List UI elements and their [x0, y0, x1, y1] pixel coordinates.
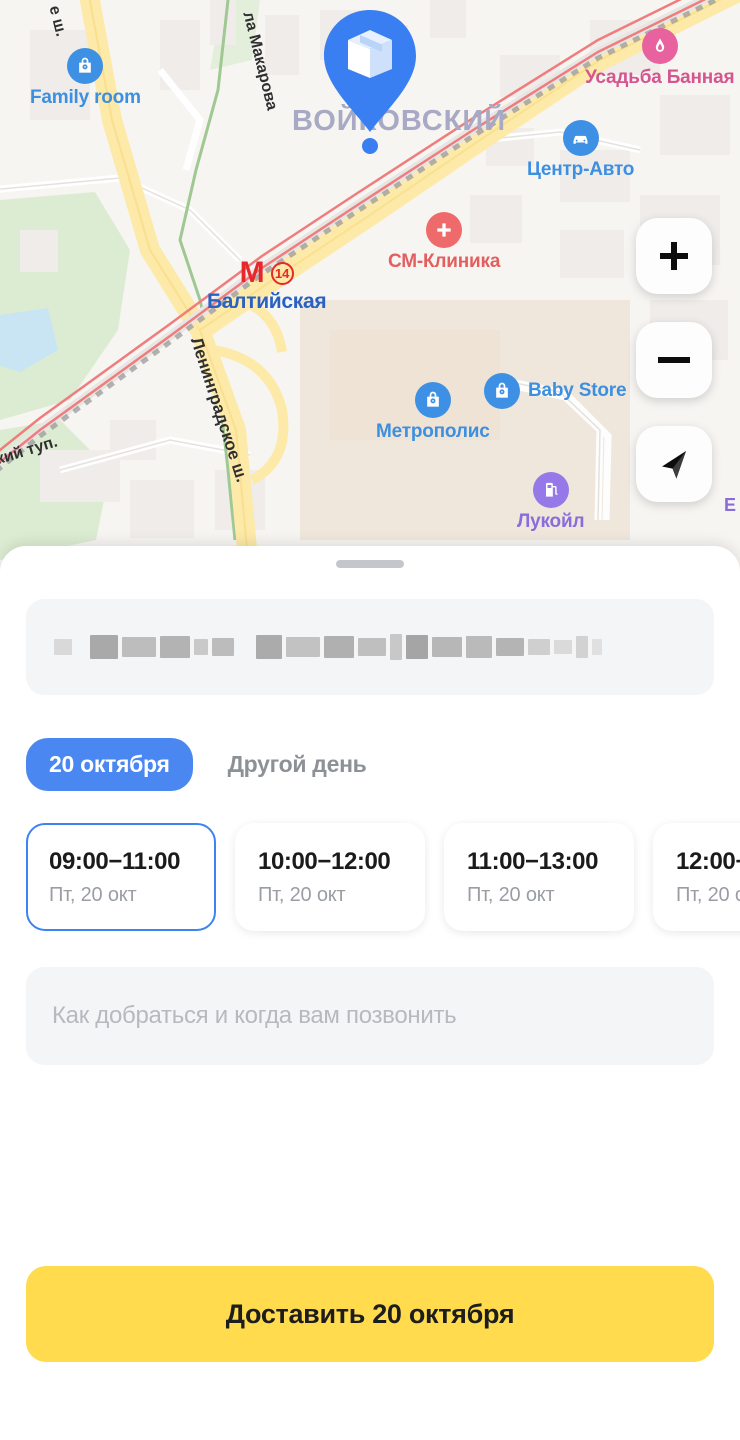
shopping-bag-icon [414, 382, 451, 418]
comment-input[interactable] [52, 1002, 688, 1030]
poi-label: Baby Store [528, 380, 627, 401]
poi-metropolis[interactable]: Метрополис [376, 382, 490, 443]
metro-station-baltiyskaya[interactable]: M 14 Балтийская [207, 258, 327, 314]
metro-icons: M 14 [240, 258, 294, 288]
poi-label: Метрополис [376, 421, 490, 442]
time-slot-list[interactable]: 09:00−11:00 Пт, 20 окт 10:00−12:00 Пт, 2… [26, 817, 740, 941]
poi-family-room[interactable]: Family room [30, 48, 141, 109]
minus-icon [658, 357, 690, 363]
map-view[interactable]: ВОЙКОВСКИЙ ла Макарова Ленинградское ш. … [0, 0, 740, 600]
map-controls [636, 218, 712, 502]
poi-sm-klinika[interactable]: СМ-Клиника [388, 212, 500, 273]
poi-lukoil[interactable]: Лукойл [517, 472, 585, 533]
time-slot-range: 09:00−11:00 [49, 847, 181, 875]
poi-label: Усадьба Банная [585, 67, 735, 88]
time-slot-card[interactable]: 09:00−11:00 Пт, 20 окт [26, 823, 216, 931]
car-icon [562, 120, 599, 156]
time-slot-card[interactable]: 11:00−13:00 Пт, 20 окт [444, 823, 634, 931]
bottom-sheet: 20 октября Другой день 09:00−11:00 Пт, 2… [0, 546, 740, 1440]
address-redacted-value [54, 630, 602, 664]
locate-me-button[interactable] [636, 426, 712, 502]
poi-label: Family room [30, 87, 141, 108]
spa-flower-icon [641, 28, 678, 64]
poi-baby-store[interactable]: Baby Store [484, 373, 627, 409]
time-slot-card[interactable]: 10:00−12:00 Пт, 20 окт [235, 823, 425, 931]
day-tab-20-oktyabrya[interactable]: 20 октября [26, 738, 193, 791]
time-slot-date: Пт, 20 окт [258, 883, 346, 906]
shopping-bag-icon [67, 48, 104, 84]
metro-station-name: Балтийская [207, 290, 327, 313]
time-slot-date: Пт, 20 окт [49, 883, 137, 906]
medical-cross-icon [426, 212, 463, 248]
poi-label: Лукойл [517, 511, 585, 532]
metro-logo-icon: M [239, 256, 265, 289]
time-slot-date: Пт, 20 окт [467, 883, 555, 906]
poi-centr-avto[interactable]: Центр-Авто [527, 120, 634, 181]
zoom-in-button[interactable] [636, 218, 712, 294]
deliver-button[interactable]: Доставить 20 октября [26, 1266, 714, 1362]
sheet-drag-handle[interactable] [336, 560, 404, 568]
comment-field[interactable] [26, 967, 714, 1065]
time-slot-range: 11:00−13:00 [467, 847, 599, 875]
day-tabs: 20 октября Другой день [26, 738, 714, 791]
day-tab-other-day[interactable]: Другой день [205, 738, 390, 791]
navigation-arrow-icon [662, 451, 686, 479]
time-slot-range: 10:00−12:00 [258, 847, 391, 875]
address-field[interactable] [26, 599, 714, 695]
time-slot-range: 12:00−14:00 [676, 847, 740, 875]
plus-icon [660, 242, 688, 270]
shopping-bag-icon [484, 373, 520, 409]
poi-label: СМ-Клиника [388, 251, 501, 272]
time-slot-card[interactable]: 12:00−14:00 Пт, 20 окт [653, 823, 740, 931]
poi-usadba-bannaya[interactable]: Усадьба Банная [585, 28, 735, 89]
time-slot-date: Пт, 20 окт [676, 883, 740, 906]
zoom-out-button[interactable] [636, 322, 712, 398]
poi-label: Центр-Авто [527, 159, 635, 180]
fuel-pump-icon [532, 472, 569, 508]
delivery-scheduling-screen: ВОЙКОВСКИЙ ла Макарова Ленинградское ш. … [0, 0, 740, 1440]
metro-line-badge: 14 [270, 261, 294, 285]
